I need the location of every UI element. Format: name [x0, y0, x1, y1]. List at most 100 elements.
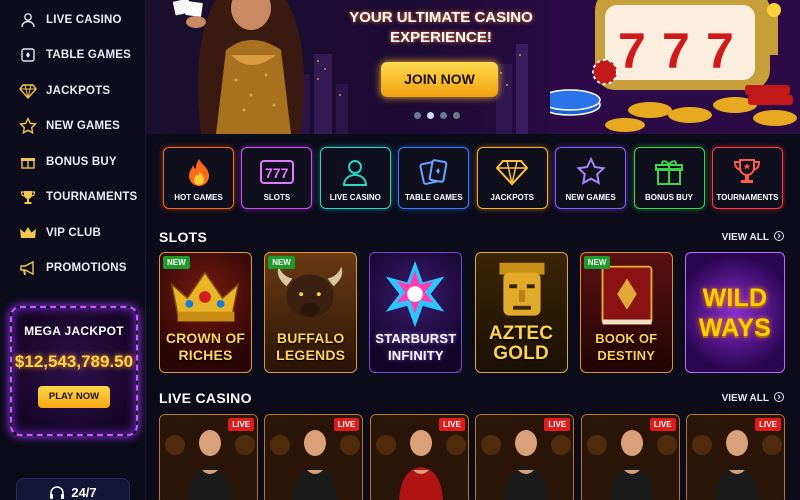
dealer-icon: [338, 156, 372, 188]
slot-game-title: WILD WAYS: [698, 284, 771, 342]
sidebar-item-label: PROMOTIONS: [46, 262, 127, 275]
category-label: TOURNAMENTS: [716, 193, 779, 202]
sidebar-item-promotions[interactable]: PROMOTIONS: [0, 251, 145, 287]
slot-777-text: 7: [618, 23, 646, 79]
join-now-button[interactable]: JOIN NOW: [381, 62, 498, 97]
sidebar-item-label: TOURNAMENTS: [46, 191, 138, 204]
svg-text:777: 777: [265, 165, 289, 181]
trophy-icon: [730, 156, 764, 188]
category-bar: HOT GAMES 777 SLOTS LIVE CASINO TABLE GA…: [163, 147, 783, 209]
live-table-tile[interactable]: LIVE: [580, 414, 680, 500]
svg-text:7: 7: [662, 23, 690, 79]
flame-icon: [182, 156, 216, 188]
slots-view-all-link[interactable]: VIEW ALL: [722, 231, 784, 244]
hero-model-image: [172, 0, 304, 134]
sidebar-item-label: JACKPOTS: [46, 84, 111, 97]
category-live-casino[interactable]: LIVE CASINO: [319, 147, 391, 209]
support-label: 24/7: [71, 485, 97, 500]
category-tournaments[interactable]: TOURNAMENTS: [711, 147, 783, 209]
sidebar-item-vip-club[interactable]: VIP CLUB: [0, 215, 145, 251]
new-badge: NEW: [268, 256, 295, 269]
slot-machine-image: 7 7 7: [550, 0, 800, 134]
sidebar-item-new-games[interactable]: NEW GAMES: [0, 109, 145, 145]
live-casino-row: LIVE LIVE LIVE LIVE LIVE LIVE: [159, 414, 785, 500]
sidebar-item-label: BONUS BUY: [46, 155, 117, 168]
slots-row: NEW CROWN OF RICHES NEW BUFFALO LEGENDS …: [159, 252, 785, 373]
diamond-icon: [495, 156, 529, 188]
category-bonus-buy[interactable]: BONUS BUY: [633, 147, 705, 209]
category-slots[interactable]: 777 SLOTS: [241, 147, 313, 209]
play-now-button[interactable]: PLAY NOW: [38, 386, 110, 408]
slot-game-aztec-gold[interactable]: AZTEC GOLD: [474, 252, 568, 373]
live-table-tile[interactable]: LIVE: [159, 414, 258, 500]
sidebar-item-bonus-buy[interactable]: BONUS BUY: [0, 144, 145, 180]
sidebar-item-label: LIVE CASINO: [46, 13, 122, 26]
carousel-dot[interactable]: [453, 112, 460, 119]
cards-icon: [18, 45, 38, 65]
live-table-tile[interactable]: LIVE: [264, 414, 364, 500]
slot-game-starburst-infinity[interactable]: STARBURST INFINITY: [369, 252, 463, 373]
slot-game-title: CROWN OF RICHES: [165, 330, 246, 363]
gift-icon: [18, 152, 38, 172]
slot-game-crown-of-riches[interactable]: NEW CROWN OF RICHES: [159, 252, 252, 373]
category-jackpots[interactable]: JACKPOTS: [476, 147, 548, 209]
live-table-tile[interactable]: LIVE: [475, 414, 575, 500]
slots-section-title: SLOTS: [159, 229, 208, 245]
view-all-label: VIEW ALL: [721, 393, 769, 404]
slot-game-title: AZTEC GOLD: [488, 323, 554, 364]
category-hot-games[interactable]: HOT GAMES: [163, 147, 234, 209]
slot-game-book-of-destiny[interactable]: NEW BOOK OF DESTINY: [579, 252, 673, 373]
live-badge: LIVE: [755, 418, 781, 431]
crown-icon: [18, 223, 38, 243]
category-label: SLOTS: [263, 193, 291, 202]
sidebar-item-table-games[interactable]: TABLE GAMES: [0, 38, 145, 74]
live-table-tile[interactable]: LIVE: [685, 414, 785, 500]
sidebar-item-label: TABLE GAMES: [46, 49, 132, 62]
category-table-games[interactable]: TABLE GAMES: [398, 147, 470, 209]
slot-game-wild-ways[interactable]: WILD WAYS: [684, 252, 785, 373]
new-badge: NEW: [163, 256, 190, 269]
cards-icon: [417, 156, 451, 188]
slot-game-title: BOOK OF DESTINY: [595, 331, 658, 363]
live-view-all-link[interactable]: VIEW ALL: [722, 392, 784, 405]
sidebar-item-tournaments[interactable]: TOURNAMENTS: [0, 180, 145, 216]
slot-game-title: BUFFALO LEGENDS: [276, 330, 346, 363]
live-badge: LIVE: [333, 418, 360, 431]
diamond-icon: [18, 81, 38, 101]
category-label: BONUS BUY: [645, 193, 694, 202]
chevron-right-icon: [774, 392, 784, 405]
sidebar-item-jackpots[interactable]: JACKPOTS: [0, 73, 145, 109]
sidebar-item-live-casino[interactable]: LIVE CASINO: [0, 2, 145, 38]
mega-jackpot-panel: MEGA JACKPOT $12,543,789.50 PLAY NOW: [10, 306, 138, 436]
live-badge: LIVE: [544, 418, 571, 431]
category-label: HOT GAMES: [174, 193, 223, 202]
slot-game-buffalo-legends[interactable]: NEW BUFFALO LEGENDS: [264, 252, 358, 373]
slot-game-title: STARBURST INFINITY: [375, 331, 457, 363]
user-icon: [18, 10, 38, 30]
sidebar-nav: LIVE CASINO TABLE GAMES JACKPOTS NEW GAM…: [0, 2, 145, 286]
jackpot-amount: $12,543,789.50: [14, 352, 134, 371]
category-new-games[interactable]: NEW GAMES: [555, 147, 627, 209]
live-badge: LIVE: [228, 418, 254, 431]
carousel-dot[interactable]: [414, 112, 421, 119]
live-badge: LIVE: [649, 418, 676, 431]
carousel-dot[interactable]: [440, 112, 447, 119]
carousel-dot[interactable]: [427, 112, 434, 119]
carousel-dots: [414, 112, 460, 119]
view-all-label: VIEW ALL: [721, 232, 769, 243]
megaphone-icon: [18, 258, 38, 278]
headset-icon: [49, 485, 65, 500]
star-icon: [574, 156, 608, 188]
slots-777-icon: 777: [259, 156, 294, 188]
category-label: NEW GAMES: [565, 193, 616, 202]
trophy-icon: [18, 187, 38, 207]
category-label: TABLE GAMES: [404, 193, 463, 202]
casino-app: LIVE CASINO TABLE GAMES JACKPOTS NEW GAM…: [0, 0, 800, 500]
gift-icon: [652, 156, 686, 188]
live-table-tile[interactable]: LIVE: [369, 414, 469, 500]
support-button[interactable]: 24/7: [16, 478, 130, 500]
chevron-right-icon: [774, 231, 784, 244]
jackpot-title: MEGA JACKPOT: [24, 324, 124, 338]
svg-text:7: 7: [706, 23, 734, 79]
sidebar-item-label: VIP CLUB: [46, 226, 102, 239]
